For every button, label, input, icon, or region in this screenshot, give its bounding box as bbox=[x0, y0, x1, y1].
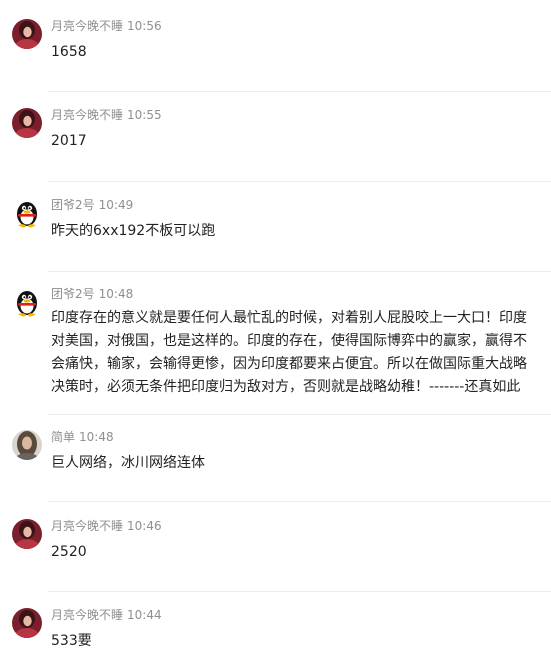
qq-penguin-icon bbox=[12, 198, 42, 228]
username[interactable]: 月亮今晚不睡 bbox=[51, 108, 123, 122]
timestamp: 10:48 bbox=[79, 430, 114, 444]
comment-text: 2017 bbox=[51, 133, 87, 149]
timestamp: 10:44 bbox=[127, 608, 162, 622]
timestamp: 10:49 bbox=[98, 198, 134, 212]
divider bbox=[48, 501, 551, 502]
comment-text: 印度存在的意义就是要任何人最忙乱的时候，对着别人屁股咬上一大口！印度对美国，对俄… bbox=[51, 310, 527, 395]
comment-meta: 月亮今晚不睡 10:44 bbox=[51, 607, 162, 623]
qq-penguin-icon bbox=[12, 287, 42, 317]
avatar[interactable] bbox=[12, 198, 42, 228]
avatar[interactable] bbox=[12, 19, 42, 49]
avatar[interactable] bbox=[12, 287, 42, 317]
comment-meta: 月亮今晚不睡 10:46 bbox=[51, 518, 162, 534]
divider bbox=[48, 91, 551, 92]
comment-text: 2520 bbox=[51, 544, 87, 560]
timestamp: 10:48 bbox=[98, 287, 134, 301]
comment-text: 1658 bbox=[51, 44, 87, 60]
username[interactable]: 简单 bbox=[51, 430, 75, 444]
username[interactable]: 团爷2号 bbox=[51, 287, 95, 301]
woman-red-photo-icon bbox=[12, 108, 42, 138]
comment-text: 昨天的6xx192不板可以跑 bbox=[51, 223, 216, 239]
divider bbox=[48, 591, 551, 592]
comment-text: 巨人网络，冰川网络连体 bbox=[51, 455, 205, 471]
woman-red-photo-icon bbox=[12, 519, 42, 549]
username[interactable]: 月亮今晚不睡 bbox=[51, 19, 123, 33]
timestamp: 10:56 bbox=[127, 19, 162, 33]
comment-meta: 月亮今晚不睡 10:56 bbox=[51, 18, 162, 34]
comment-meta: 月亮今晚不睡 10:55 bbox=[51, 107, 162, 123]
comment-feed: 月亮今晚不睡 10:56 1658 月亮今晚不睡 10:55 2017 团爷2号… bbox=[0, 0, 551, 659]
avatar[interactable] bbox=[12, 430, 42, 460]
avatar[interactable] bbox=[12, 608, 42, 638]
woman-gray-photo-icon bbox=[12, 430, 42, 460]
avatar[interactable] bbox=[12, 519, 42, 549]
comment-meta: 简单 10:48 bbox=[51, 429, 114, 445]
avatar[interactable] bbox=[12, 108, 42, 138]
timestamp: 10:55 bbox=[127, 108, 162, 122]
woman-red-photo-icon bbox=[12, 19, 42, 49]
comment-text: 533要 bbox=[51, 633, 92, 649]
comment-meta: 团爷2号 10:48 bbox=[51, 286, 133, 302]
username[interactable]: 月亮今晚不睡 bbox=[51, 608, 123, 622]
comment-meta: 团爷2号 10:49 bbox=[51, 197, 133, 213]
divider bbox=[48, 181, 551, 182]
username[interactable]: 月亮今晚不睡 bbox=[51, 519, 123, 533]
divider bbox=[48, 414, 551, 415]
timestamp: 10:46 bbox=[127, 519, 162, 533]
username[interactable]: 团爷2号 bbox=[51, 198, 95, 212]
woman-red-photo-icon bbox=[12, 608, 42, 638]
divider bbox=[48, 271, 551, 272]
